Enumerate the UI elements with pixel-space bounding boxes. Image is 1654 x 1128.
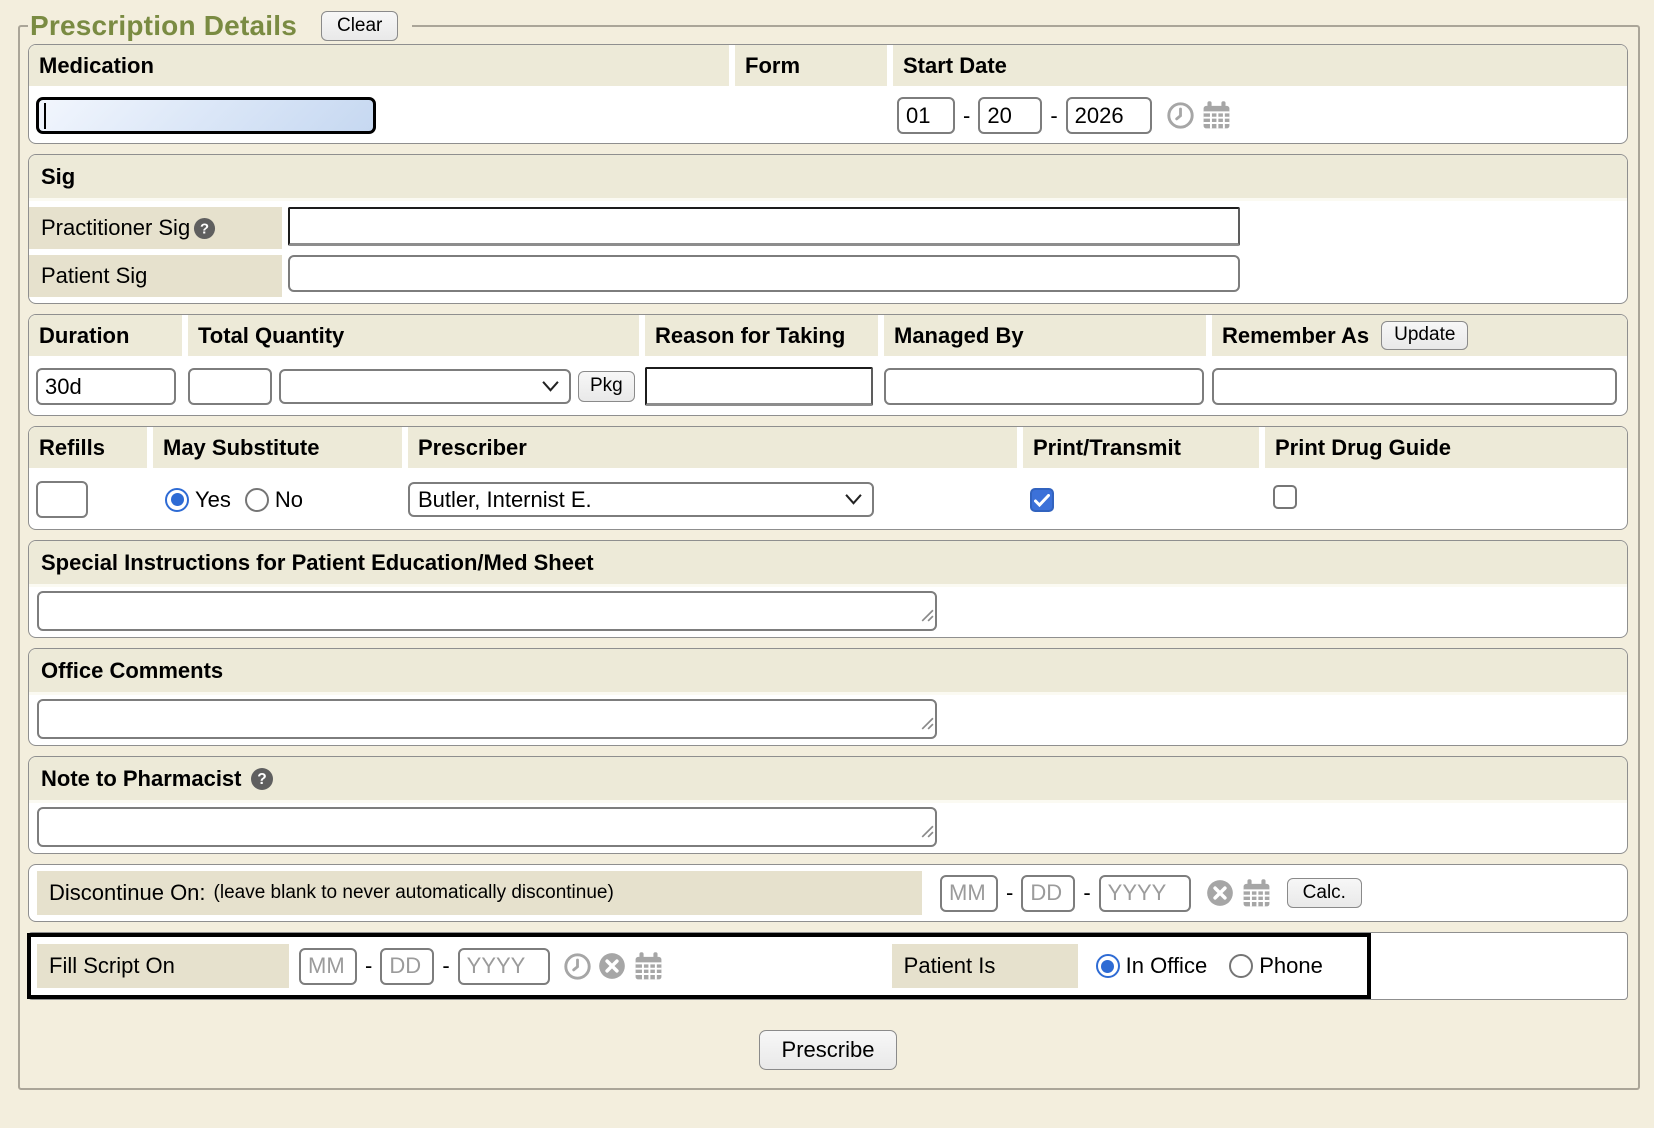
- reason-for-taking-input[interactable]: [645, 367, 873, 406]
- fill-day-input[interactable]: [380, 948, 434, 985]
- patient-is-phone-radio[interactable]: Phone: [1229, 953, 1323, 979]
- discontinue-section: Discontinue On: (leave blank to never au…: [28, 864, 1628, 922]
- medication-header-row: Medication Form Start Date: [29, 45, 1627, 89]
- managed-by-input[interactable]: [884, 368, 1204, 405]
- duration-input[interactable]: [36, 368, 176, 405]
- radio-selected: [165, 488, 189, 512]
- calendar-icon[interactable]: [1201, 100, 1232, 131]
- refills-section: Refills May Substitute Prescriber Print/…: [28, 426, 1628, 530]
- svg-text:?: ?: [257, 771, 266, 788]
- office-comments-header: Office Comments: [29, 649, 1627, 695]
- medication-section: Medication Form Start Date - -: [28, 44, 1628, 144]
- sig-header: Sig: [29, 155, 1627, 201]
- radio-unselected: [1229, 954, 1253, 978]
- clock-icon[interactable]: [1167, 102, 1194, 129]
- date-separator: -: [364, 953, 373, 979]
- note-to-pharmacist-textarea[interactable]: [37, 807, 937, 847]
- office-comments-section: Office Comments: [28, 648, 1628, 746]
- fill-month-input[interactable]: [299, 948, 357, 985]
- svg-text:?: ?: [200, 221, 209, 237]
- date-separator: -: [962, 103, 971, 129]
- fill-script-section: Fill Script On - - Patient Is: [28, 932, 1628, 1000]
- patient-sig-input[interactable]: [288, 255, 1240, 292]
- note-to-pharmacist-section: Note to Pharmacist ?: [28, 756, 1628, 854]
- discontinue-hint: (leave blank to never automatically disc…: [214, 882, 614, 904]
- clock-icon[interactable]: [564, 953, 591, 980]
- duration-header: Duration: [29, 315, 182, 356]
- clear-button[interactable]: Clear: [321, 11, 398, 42]
- may-substitute-header: May Substitute: [153, 427, 402, 468]
- date-separator: -: [441, 953, 450, 979]
- panel-legend: Prescription Details Clear: [28, 10, 412, 42]
- managed-by-header: Managed By: [884, 315, 1206, 356]
- print-transmit-header: Print/Transmit: [1023, 427, 1259, 468]
- clear-date-icon[interactable]: [1206, 879, 1234, 907]
- total-quantity-header: Total Quantity: [188, 315, 639, 356]
- duration-section: Duration Total Quantity Reason for Takin…: [28, 314, 1628, 416]
- practitioner-sig-input[interactable]: [288, 207, 1240, 246]
- prescription-details-panel: Prescription Details Clear Medication Fo…: [18, 10, 1640, 1090]
- patient-sig-label: Patient Sig: [29, 255, 282, 297]
- special-instructions-section: Special Instructions for Patient Educati…: [28, 540, 1628, 638]
- refills-header: Refills: [29, 427, 147, 468]
- patient-is-in-office-radio[interactable]: In Office: [1096, 953, 1208, 979]
- remember-as-input[interactable]: [1212, 368, 1617, 405]
- print-drug-guide-checkbox[interactable]: [1273, 485, 1297, 509]
- help-icon[interactable]: ?: [193, 217, 216, 240]
- medication-header: Medication: [29, 45, 729, 86]
- remember-as-header: Remember As Update: [1212, 315, 1627, 356]
- chevron-down-icon: [541, 380, 560, 393]
- may-substitute-no-radio[interactable]: No: [245, 487, 303, 513]
- date-separator: -: [1049, 103, 1058, 129]
- help-icon[interactable]: ?: [250, 767, 274, 791]
- start-day-input[interactable]: [978, 97, 1042, 134]
- discontinue-day-input[interactable]: [1021, 875, 1075, 912]
- print-drug-guide-header: Print Drug Guide: [1265, 427, 1627, 468]
- prescriber-header: Prescriber: [408, 427, 1017, 468]
- print-transmit-checkbox[interactable]: [1030, 488, 1054, 512]
- fill-script-highlight-box: Fill Script On - - Patient Is: [27, 933, 1371, 999]
- refills-input[interactable]: [36, 481, 88, 518]
- discontinue-on-label: Discontinue On: (leave blank to never au…: [37, 871, 922, 915]
- patient-is-label: Patient Is: [892, 944, 1078, 988]
- form-header: Form: [735, 45, 887, 86]
- quantity-unit-select[interactable]: [279, 369, 571, 404]
- quantity-input[interactable]: [188, 368, 272, 405]
- calc-button[interactable]: Calc.: [1287, 878, 1362, 909]
- calendar-icon[interactable]: [1241, 878, 1272, 909]
- date-separator: -: [1005, 880, 1014, 906]
- radio-selected: [1096, 954, 1120, 978]
- radio-unselected: [245, 488, 269, 512]
- special-instructions-header: Special Instructions for Patient Educati…: [29, 541, 1627, 587]
- sig-header-label: Sig: [41, 164, 75, 190]
- start-month-input[interactable]: [897, 97, 955, 134]
- special-instructions-textarea[interactable]: [37, 591, 937, 631]
- clear-date-icon[interactable]: [598, 952, 626, 980]
- prescriber-value: Butler, Internist E.: [418, 487, 592, 513]
- text-cursor: [44, 103, 46, 129]
- fill-year-input[interactable]: [458, 948, 550, 985]
- calendar-icon[interactable]: [633, 951, 664, 982]
- note-to-pharmacist-header: Note to Pharmacist ?: [29, 757, 1627, 803]
- discontinue-year-input[interactable]: [1099, 875, 1191, 912]
- pkg-button[interactable]: Pkg: [578, 371, 635, 402]
- reason-header: Reason for Taking: [645, 315, 878, 356]
- page-title: Prescription Details: [30, 10, 297, 42]
- date-separator: -: [1082, 880, 1091, 906]
- update-button[interactable]: Update: [1381, 321, 1468, 350]
- medication-input[interactable]: [36, 97, 376, 134]
- prescriber-select[interactable]: Butler, Internist E.: [408, 482, 874, 517]
- discontinue-month-input[interactable]: [940, 875, 998, 912]
- sig-section: Sig Practitioner Sig ? Patient Sig: [28, 154, 1628, 304]
- fill-script-on-label: Fill Script On: [37, 944, 289, 988]
- practitioner-sig-label: Practitioner Sig ?: [29, 207, 282, 249]
- start-year-input[interactable]: [1066, 97, 1152, 134]
- start-date-header: Start Date: [893, 45, 1627, 86]
- office-comments-textarea[interactable]: [37, 699, 937, 739]
- prescribe-button[interactable]: Prescribe: [759, 1030, 898, 1070]
- chevron-down-icon: [844, 493, 863, 506]
- may-substitute-yes-radio[interactable]: Yes: [165, 487, 231, 513]
